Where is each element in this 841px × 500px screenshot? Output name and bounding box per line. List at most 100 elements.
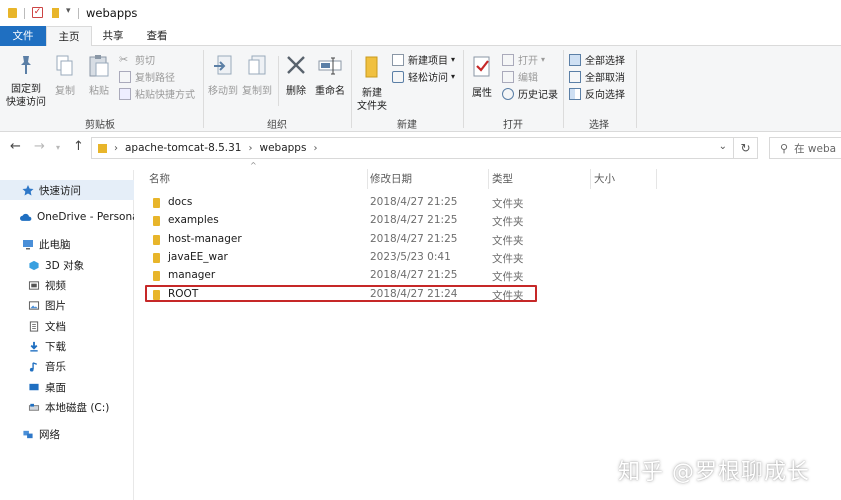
back-arrow-icon[interactable]: ← (10, 139, 21, 154)
column-header-name[interactable]: 名称 (149, 167, 359, 191)
nav-label: 本地磁盘 (C:) (45, 401, 110, 414)
nav-label: 文档 (45, 320, 66, 333)
column-divider[interactable] (656, 169, 657, 189)
nav-item-local-disk-c[interactable]: 本地磁盘 (C:) (0, 397, 134, 417)
computer-icon (23, 239, 33, 249)
file-row-docs[interactable]: docs 2018/4/27 21:25 文件夹 (140, 194, 700, 212)
file-row-examples[interactable]: examples 2018/4/27 21:25 文件夹 (140, 212, 700, 230)
edit-button[interactable]: 编辑 (502, 68, 538, 85)
file-row-manager[interactable]: manager 2018/4/27 21:25 文件夹 (140, 267, 700, 285)
file-name: docs (168, 196, 193, 208)
properties-button[interactable]: 属性 (467, 54, 497, 100)
invert-selection-icon (569, 87, 581, 100)
refresh-button[interactable]: ↻ (734, 137, 758, 159)
forward-arrow-icon[interactable]: → (34, 139, 45, 154)
copy-to-label: 复制到 (242, 86, 272, 97)
nav-item-desktop[interactable]: 桌面 (0, 377, 134, 397)
search-input[interactable]: ⚲ 在 weba (769, 137, 841, 159)
rename-icon (318, 57, 342, 75)
customize-quick-access-icon[interactable]: ▾ (66, 6, 71, 16)
pin-to-quick-access-button[interactable]: 固定到 快速访问 (5, 54, 47, 109)
nav-item-documents[interactable]: 文档 (0, 316, 134, 336)
nav-item-videos[interactable]: 视频 (0, 275, 134, 295)
select-all-icon (569, 53, 581, 66)
breadcrumb-tomcat[interactable]: apache-tomcat-8.5.31 (125, 142, 242, 154)
tab-view[interactable]: 查看 (136, 26, 178, 46)
nav-item-this-pc[interactable]: 此电脑 (0, 234, 134, 254)
new-item-icon (392, 53, 404, 66)
copy-to-button[interactable]: 复制到 (241, 54, 273, 98)
new-folder-button[interactable]: 新建 文件夹 (355, 54, 389, 113)
divider (24, 8, 25, 19)
file-date: 2023/5/23 0:41 (370, 251, 451, 263)
copy-button[interactable]: 复制 (50, 54, 80, 98)
file-row-javaee-war[interactable]: javaEE_war 2023/5/23 0:41 文件夹 (140, 249, 700, 267)
nav-item-network[interactable]: 网络 (0, 424, 134, 444)
address-bar[interactable]: › apache-tomcat-8.5.31 › webapps › ⌄ (91, 137, 734, 159)
history-label: 历史记录 (518, 90, 558, 101)
nav-label: OneDrive - Persona (37, 211, 134, 223)
properties-check-icon[interactable]: ✓ (32, 7, 43, 18)
nav-item-downloads[interactable]: 下载 (0, 336, 134, 356)
column-header-type[interactable]: 类型 (492, 167, 582, 191)
desktop-icon (29, 383, 39, 390)
tab-home[interactable]: 主页 (46, 26, 92, 47)
search-placeholder: 在 weba (794, 142, 837, 155)
column-divider[interactable] (488, 169, 489, 189)
invert-selection-button[interactable]: 反向选择 (569, 85, 625, 102)
chevron-right-icon[interactable]: › (249, 143, 253, 154)
open-button[interactable]: 打开 ▾ (502, 51, 545, 68)
breadcrumb-webapps[interactable]: webapps (260, 142, 307, 154)
delete-button[interactable]: 删除 (282, 54, 310, 98)
nav-label: 此电脑 (39, 238, 71, 251)
history-button[interactable]: 历史记录 (502, 85, 558, 102)
file-type: 文件夹 (492, 198, 524, 210)
chevron-down-icon[interactable]: ⌄ (719, 141, 727, 152)
new-folder-icon[interactable] (52, 8, 59, 18)
root-highlight-box (145, 285, 537, 302)
nav-item-pictures[interactable]: 图片 (0, 295, 134, 315)
folder-icon (153, 253, 160, 263)
move-to-button[interactable]: 移动到 (207, 54, 239, 98)
copy-path-label: 复制路径 (135, 73, 175, 84)
nav-item-music[interactable]: 音乐 (0, 356, 134, 376)
select-none-icon (569, 70, 581, 83)
column-header-date[interactable]: 修改日期 (370, 167, 480, 191)
nav-item-onedrive[interactable]: OneDrive - Persona (0, 207, 134, 227)
folder-icon (153, 198, 160, 208)
download-icon (30, 341, 38, 352)
chevron-right-icon[interactable]: › (313, 143, 317, 154)
tab-file[interactable]: 文件 (0, 26, 46, 46)
copy-path-button[interactable]: 复制路径 (119, 68, 175, 85)
chevron-right-icon[interactable]: › (114, 143, 118, 154)
nav-item-quick-access[interactable]: 快速访问 (0, 180, 134, 200)
up-arrow-icon[interactable]: ↑ (73, 139, 84, 154)
nav-label: 快速访问 (39, 184, 81, 197)
group-label-open: 打开 (503, 120, 523, 131)
file-row-host-manager[interactable]: host-manager 2018/4/27 21:25 文件夹 (140, 231, 700, 249)
file-list: ^ 名称 修改日期 类型 大小 docs 2018/4/27 21:25 文件夹… (140, 161, 841, 500)
rename-button[interactable]: 重命名 (313, 54, 347, 98)
easy-access-button[interactable]: 轻松访问 ▾ (392, 68, 455, 85)
search-icon: ⚲ (780, 141, 789, 155)
cut-button[interactable]: ✂ 剪切 (119, 51, 155, 68)
ribbon: 固定到 快速访问 复制 粘贴 ✂ 剪切 复制路径 粘贴快捷方式 剪贴板 移动到 … (0, 46, 841, 132)
column-divider[interactable] (590, 169, 591, 189)
paste-shortcut-button[interactable]: 粘贴快捷方式 (119, 85, 195, 102)
music-icon (29, 361, 37, 372)
tab-share[interactable]: 共享 (92, 26, 134, 46)
select-none-button[interactable]: 全部取消 (569, 68, 625, 85)
cloud-icon (20, 213, 32, 221)
title-bar: ✓ ▾ webapps (0, 0, 841, 26)
nav-item-3d-objects[interactable]: 3D 对象 (0, 255, 134, 275)
easy-access-icon (392, 70, 404, 83)
video-icon (28, 280, 40, 290)
open-icon (502, 53, 514, 66)
select-all-button[interactable]: 全部选择 (569, 51, 625, 68)
column-divider[interactable] (367, 169, 368, 189)
new-item-button[interactable]: 新建项目 ▾ (392, 51, 455, 68)
column-header-size[interactable]: 大小 (594, 167, 654, 191)
paste-button[interactable]: 粘贴 (84, 54, 114, 98)
recent-locations-chevron-icon[interactable]: ▾ (56, 143, 60, 152)
new-folder-icon (365, 56, 378, 78)
